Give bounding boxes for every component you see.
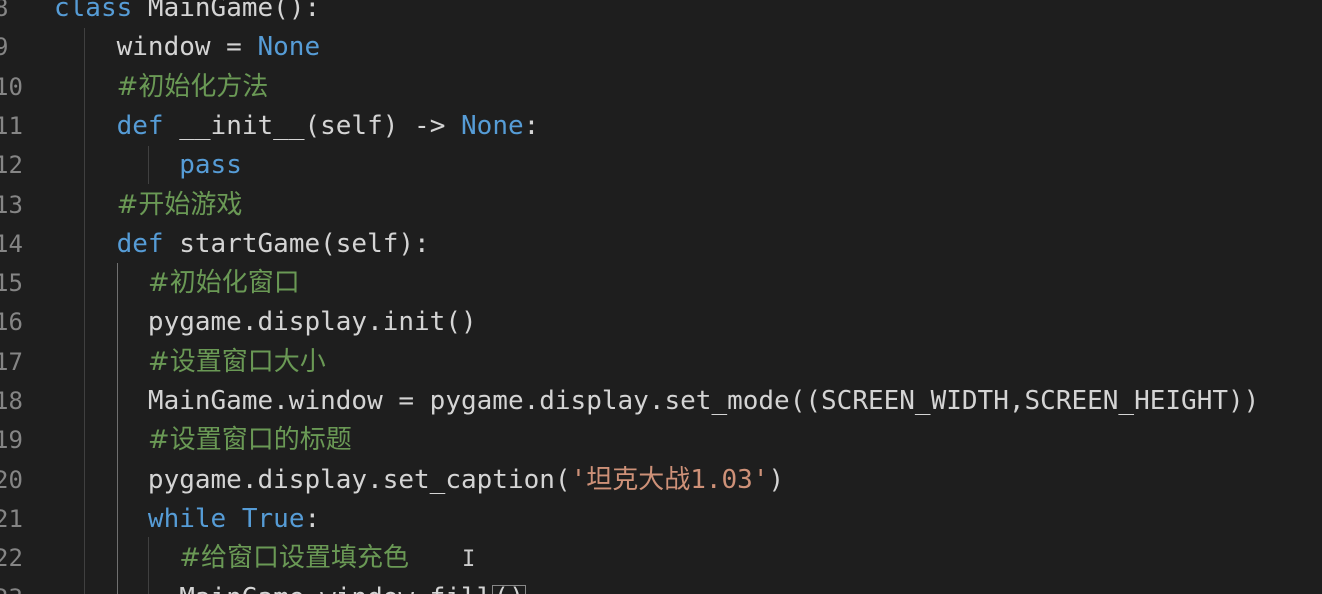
code-keyword: pass: [179, 150, 242, 181]
code-keyword: None: [461, 110, 524, 141]
line-code[interactable]: #设置窗口的标题: [54, 421, 352, 460]
line-number: 23: [0, 579, 24, 594]
line-number: 15: [0, 269, 23, 298]
line-number: 12: [0, 151, 23, 180]
line-number: 17: [0, 347, 23, 376]
code-line[interactable]: 9 window = None: [0, 28, 1322, 67]
code-keyword: class: [54, 0, 133, 23]
code-line[interactable]: 10 #初始化方法: [0, 68, 1322, 107]
code-line[interactable]: 12 pass: [0, 146, 1322, 185]
code-comment: #设置窗口的标题: [147, 425, 352, 456]
code-token: MainGame():: [132, 0, 321, 23]
line-number: 8: [0, 0, 9, 22]
code-line[interactable]: 17 #设置窗口大小: [0, 343, 1322, 382]
code-comment: #开始游戏: [116, 189, 243, 220]
code-token: (): [492, 584, 526, 594]
code-token: MainGame.window = pygame.display.set_mod…: [54, 386, 1260, 416]
line-number: 9: [0, 33, 9, 62]
line-number: 18: [0, 387, 23, 415]
code-line[interactable]: 15 #初始化窗口: [0, 264, 1322, 303]
line-number: 13: [0, 190, 23, 219]
code-token: pygame.display.set_caption(: [54, 464, 571, 495]
code-token: ): [768, 464, 785, 495]
code-editor[interactable]: 8 class MainGame(): 9 window = None 10 #初始化…: [0, 0, 1322, 594]
code-line[interactable]: 19 #设置窗口的标题: [0, 421, 1322, 460]
code-keyword: def: [116, 110, 164, 141]
code-line[interactable]: 13 #开始游戏: [0, 186, 1322, 225]
line-code[interactable]: pygame.display.init(): [54, 303, 477, 342]
code-comment: #设置窗口大小: [147, 346, 326, 377]
code-line[interactable]: 21 while True:: [0, 500, 1322, 539]
code-line[interactable]: 16 pygame.display.init(): [0, 303, 1322, 342]
code-line[interactable]: 23 MainGame.window.fill(): [0, 579, 1322, 594]
code-token: :: [304, 503, 321, 534]
line-number: 20: [0, 465, 23, 494]
code-comment: #初始化方法: [116, 71, 269, 102]
line-code[interactable]: class MainGame():: [54, 0, 320, 28]
code-token: MainGame.window.fill: [54, 583, 492, 594]
line-code[interactable]: pass: [54, 146, 242, 185]
code-comment: #给窗口设置填充色: [179, 543, 410, 574]
line-number: 21: [0, 504, 23, 533]
line-code[interactable]: window = None: [54, 28, 321, 67]
code-line[interactable]: 14 def startGame(self):: [0, 225, 1322, 264]
code-keyword: while: [147, 503, 227, 534]
line-number: 19: [0, 426, 23, 455]
code-line[interactable]: 20 pygame.display.set_caption('坦克大战1.03'…: [0, 461, 1322, 500]
code-keyword: None: [257, 32, 321, 63]
text-cursor-icon: I: [462, 547, 476, 572]
code-line[interactable]: 18 MainGame.window = pygame.display.set_…: [0, 382, 1322, 421]
code-string: '坦克大战1.03': [570, 464, 769, 495]
code-keyword: True: [241, 503, 305, 534]
line-code[interactable]: pygame.display.set_caption('坦克大战1.03'): [54, 461, 784, 500]
code-line[interactable]: 22 #给窗口设置填充色: [0, 539, 1322, 578]
line-code[interactable]: #开始游戏: [54, 186, 243, 225]
line-number: 16: [0, 308, 23, 337]
code-comment: #初始化窗口: [147, 268, 300, 299]
code-keyword: def: [116, 228, 164, 259]
code-token: pygame.display.init(): [54, 307, 477, 338]
code-line[interactable]: 11 def __init__(self) -> None:: [0, 107, 1322, 146]
line-code[interactable]: #设置窗口大小: [54, 343, 326, 382]
line-code[interactable]: MainGame.window = pygame.display.set_mod…: [54, 382, 1259, 421]
line-code[interactable]: #给窗口设置填充色: [54, 539, 409, 578]
line-number: 14: [0, 229, 23, 258]
line-code[interactable]: MainGame.window.fill(): [54, 579, 526, 594]
code-line[interactable]: 8 class MainGame():: [0, 0, 1322, 28]
line-number: 22: [0, 544, 23, 573]
line-code[interactable]: #初始化方法: [54, 68, 269, 107]
code-token: window =: [54, 32, 258, 63]
line-number: 10: [0, 72, 23, 101]
line-code[interactable]: #初始化窗口: [54, 264, 300, 303]
line-code[interactable]: def __init__(self) -> None:: [54, 107, 540, 146]
line-code[interactable]: while True:: [54, 500, 320, 539]
line-number: 11: [0, 111, 23, 140]
code-token: :: [523, 110, 540, 141]
code-token: __init__(self) ->: [163, 110, 462, 141]
line-code[interactable]: def startGame(self):: [54, 225, 430, 264]
code-token: startGame(self):: [163, 228, 430, 259]
